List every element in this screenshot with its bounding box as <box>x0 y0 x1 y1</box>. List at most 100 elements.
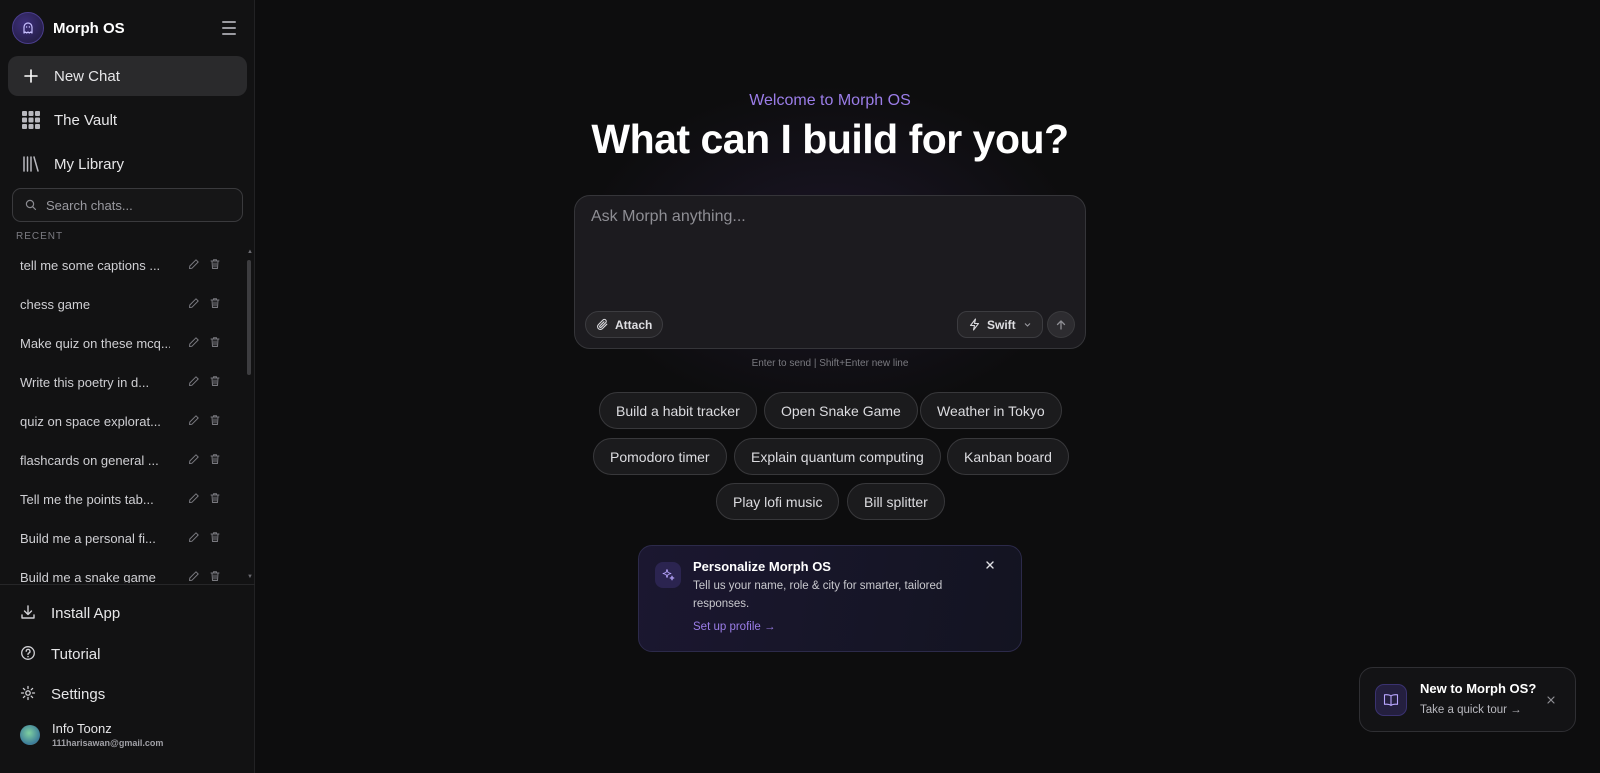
search-icon <box>25 199 37 211</box>
recent-chat-item[interactable]: quiz on space explorat... <box>8 403 236 439</box>
trash-icon[interactable] <box>209 570 223 583</box>
scrollbar-thumb[interactable] <box>247 260 251 375</box>
suggestion-chip[interactable]: Build a habit tracker <box>599 392 757 429</box>
suggestion-chip[interactable]: Bill splitter <box>847 483 945 520</box>
welcome-text: Welcome to Morph OS <box>749 92 911 109</box>
search-chats[interactable] <box>12 188 243 222</box>
recent-chat-title: Tell me the points tab... <box>20 491 154 507</box>
pencil-icon[interactable] <box>188 492 202 506</box>
keyboard-hint: Enter to send | Shift+Enter new line <box>751 358 909 369</box>
card-description: Tell us your name, role & city for smart… <box>693 580 943 610</box>
brand-name: Morph OS <box>53 19 125 37</box>
recent-chat-item[interactable]: Tell me the points tab... <box>8 481 236 517</box>
divider <box>0 584 255 585</box>
trash-icon[interactable] <box>209 531 223 545</box>
tour-toast: New to Morph OS? Take a quick tour → <box>1359 667 1576 732</box>
pencil-icon[interactable] <box>188 453 202 467</box>
nav-label: The Vault <box>54 111 118 129</box>
sidebar: Morph OS New Chat The Vault My Library R… <box>0 0 255 773</box>
sidebar-toggle-icon[interactable] <box>222 21 236 35</box>
quick-tour-link[interactable]: Take a quick tour → <box>1420 704 1522 716</box>
card-title: Personalize Morph OS <box>693 559 831 574</box>
sidebar-item-library[interactable]: My Library <box>8 144 247 184</box>
suggestion-chip[interactable]: Pomodoro timer <box>593 438 727 475</box>
recent-chat-title: Build me a snake game <box>20 569 156 584</box>
pencil-icon[interactable] <box>188 414 202 428</box>
recent-chat-item[interactable]: Write this poetry in d... <box>8 364 236 400</box>
attach-button[interactable]: Attach <box>585 311 664 338</box>
pencil-icon[interactable] <box>188 297 202 311</box>
recent-chat-title: chess game <box>20 296 91 312</box>
suggestion-chip[interactable]: Weather in Tokyo <box>920 392 1062 429</box>
recent-chat-title: tell me some captions ... <box>20 257 161 273</box>
model-selector[interactable]: Swift <box>957 311 1043 338</box>
recent-chat-item[interactable]: Build me a snake game <box>8 559 236 583</box>
trash-icon[interactable] <box>209 375 223 389</box>
book-icon <box>1375 684 1407 716</box>
pencil-icon[interactable] <box>188 531 202 545</box>
recent-chat-item[interactable]: chess game <box>8 286 236 322</box>
trash-icon[interactable] <box>209 258 223 272</box>
pencil-icon[interactable] <box>188 375 202 389</box>
scroll-up-arrow-icon[interactable]: ▲ <box>247 249 253 255</box>
recent-chat-title: Write this poetry in d... <box>20 374 150 390</box>
recent-chat-item[interactable]: flashcards on general ... <box>8 442 236 478</box>
recent-chat-title: Make quiz on these mcq... <box>20 335 170 351</box>
recent-chat-title: flashcards on general ... <box>20 452 159 468</box>
paperclip-icon <box>596 318 609 331</box>
recent-chat-list: tell me some captions ... chess game Make … <box>0 247 245 583</box>
pencil-icon[interactable] <box>188 570 202 583</box>
plus-icon <box>20 65 42 87</box>
download-icon <box>20 604 38 622</box>
user-email: 111harisawan@gmail.com <box>52 738 164 748</box>
recent-chat-title: quiz on space explorat... <box>20 413 161 429</box>
nav-label: New Chat <box>54 67 120 85</box>
chat-composer: Attach Swift <box>574 195 1086 349</box>
suggestion-chip[interactable]: Explain quantum computing <box>734 438 941 475</box>
recent-chat-item[interactable]: Build me a personal fi... <box>8 520 236 556</box>
recent-chat-title: Build me a personal fi... <box>20 530 156 546</box>
trash-icon[interactable] <box>209 336 223 350</box>
footer-label: Settings <box>51 685 106 703</box>
footer-label: Install App <box>51 604 121 622</box>
pencil-icon[interactable] <box>188 258 202 272</box>
personalize-card: Personalize Morph OS Tell us your name, … <box>638 545 1022 652</box>
prompt-input[interactable] <box>591 208 1071 298</box>
grid-icon <box>20 109 42 131</box>
avatar <box>20 724 40 745</box>
recent-chat-item[interactable]: tell me some captions ... <box>8 247 236 283</box>
brand[interactable]: Morph OS <box>12 12 125 44</box>
new-chat-button[interactable]: New Chat <box>8 56 247 96</box>
tutorial-button[interactable]: Tutorial <box>8 636 247 672</box>
gear-icon <box>20 685 38 703</box>
user-profile[interactable]: Info Toonz 111harisawan@gmail.com <box>20 721 163 748</box>
settings-button[interactable]: Settings <box>8 676 247 712</box>
recent-chat-item[interactable]: Make quiz on these mcq... <box>8 325 236 361</box>
recent-label: RECENT <box>16 231 64 242</box>
trash-icon[interactable] <box>209 414 223 428</box>
page-title: What can I build for you? <box>591 116 1069 162</box>
sidebar-item-vault[interactable]: The Vault <box>8 100 247 140</box>
chevron-down-icon <box>1023 320 1032 329</box>
install-app-button[interactable]: Install App <box>8 595 247 631</box>
send-button[interactable] <box>1047 311 1075 338</box>
suggestion-chip[interactable]: Kanban board <box>947 438 1069 475</box>
model-label: Swift <box>987 317 1016 332</box>
help-icon <box>20 645 38 663</box>
trash-icon[interactable] <box>209 492 223 506</box>
scroll-down-arrow-icon[interactable]: ▼ <box>247 574 253 580</box>
close-icon[interactable] <box>1546 695 1556 705</box>
search-input[interactable] <box>46 197 226 213</box>
library-icon <box>20 153 42 175</box>
close-icon[interactable] <box>983 558 997 572</box>
sparkle-icon <box>655 562 681 588</box>
footer-label: Tutorial <box>51 645 101 663</box>
ghost-logo-icon <box>12 12 44 44</box>
trash-icon[interactable] <box>209 453 223 467</box>
suggestion-chip[interactable]: Play lofi music <box>716 483 840 520</box>
trash-icon[interactable] <box>209 297 223 311</box>
suggestion-chip[interactable]: Open Snake Game <box>764 392 918 429</box>
nav-label: My Library <box>54 155 125 173</box>
pencil-icon[interactable] <box>188 336 202 350</box>
setup-profile-link[interactable]: Set up profile → <box>693 621 775 633</box>
